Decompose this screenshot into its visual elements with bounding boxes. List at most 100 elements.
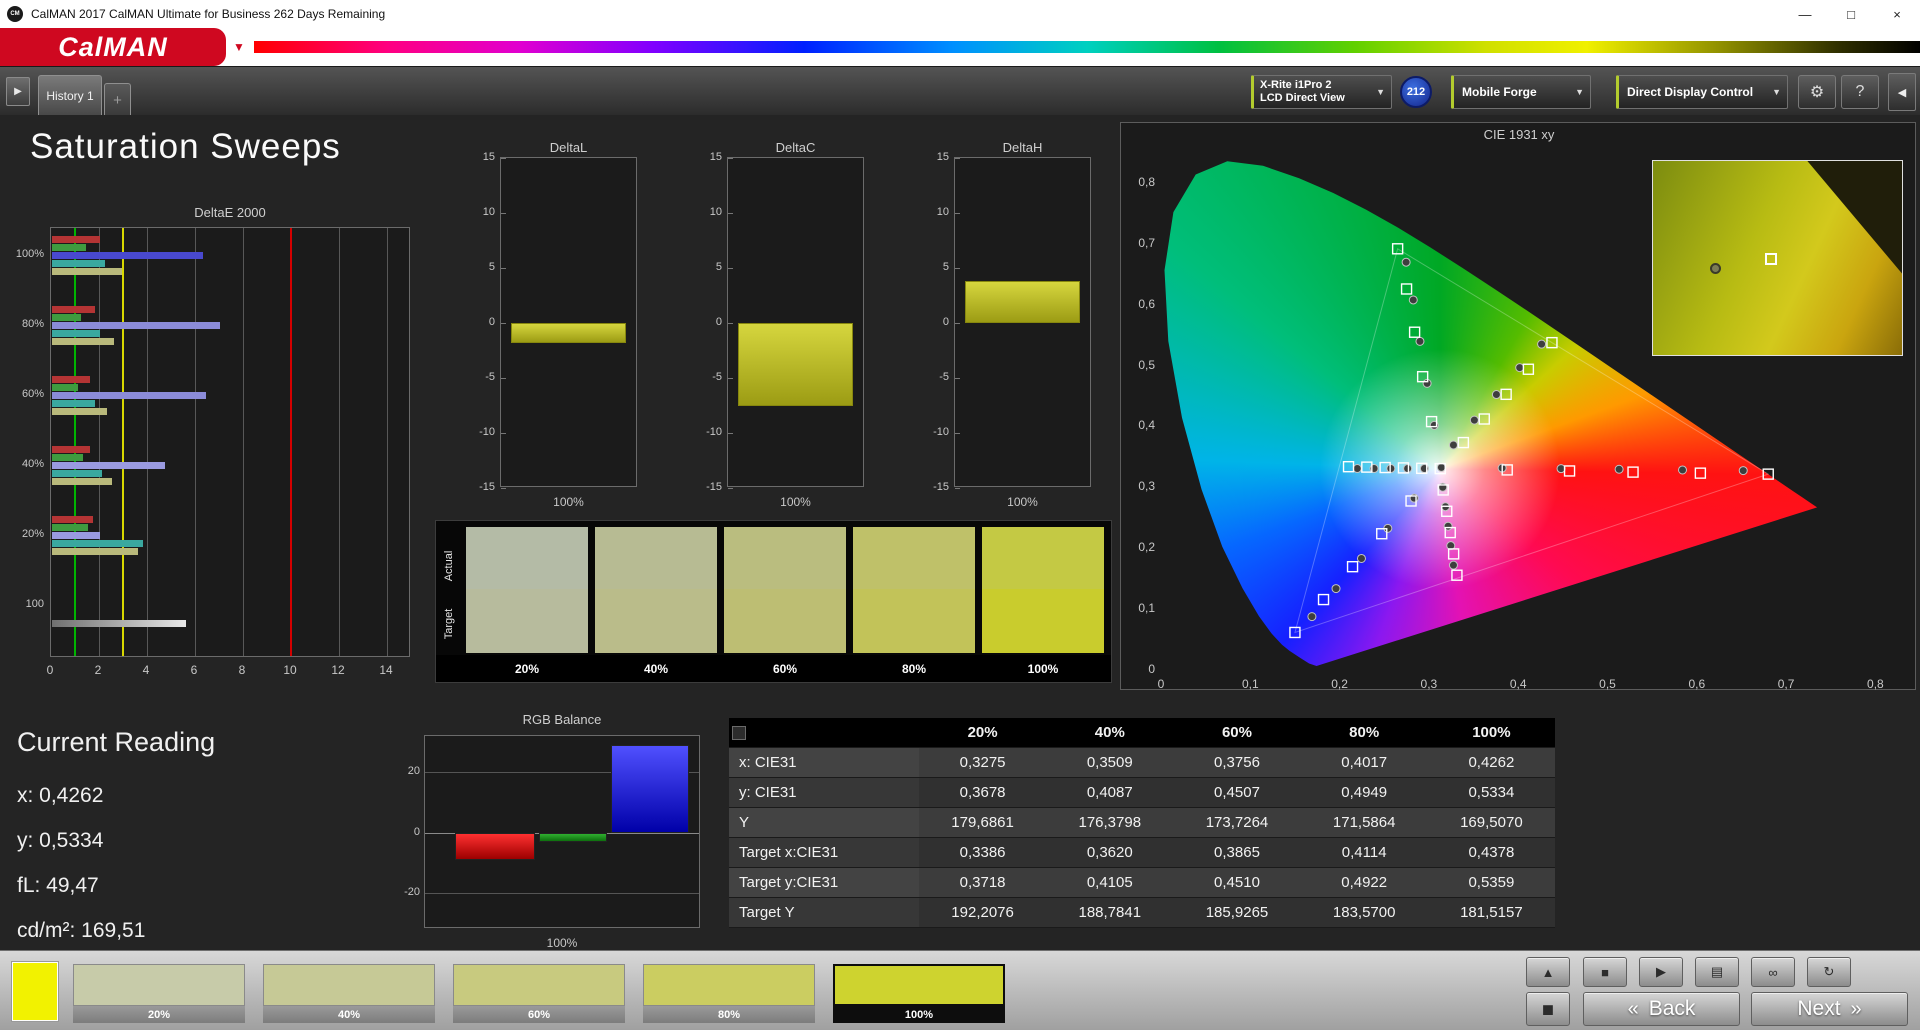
deltae2000-chart: DeltaE 2000 0 2 4 6 8 10 12 14 100% 80% 60% 40% 20% 10… [0, 205, 420, 695]
saturation-group-label: 40% [21, 458, 44, 470]
x-tick-label: 0,5 [1599, 677, 1616, 691]
deltae-bar [52, 376, 91, 383]
results-table: 20% 40% 60% 80% 100% x: CIE31 0,3275 0,3509 0,37… [729, 718, 1555, 929]
patch-label: 80% [643, 1006, 815, 1023]
deltac-chart: DeltaC 15 10 5 0 -5 -10 -15 100% [697, 140, 869, 512]
calman-logo[interactable]: CalMAN [0, 28, 226, 66]
panel-icon: ◼ [1541, 1001, 1555, 1018]
meter-mode: LCD Direct View [1260, 92, 1345, 104]
current-reading-fl: fL: 49,47 [17, 874, 99, 897]
table-cell: 0,5334 [1427, 778, 1555, 808]
x-category-label: 100% [546, 936, 578, 950]
table-header-80%: 80% [1300, 718, 1428, 748]
actual-swatch [982, 527, 1104, 589]
table-cell: 0,4114 [1300, 838, 1428, 868]
patch-swatch-60%[interactable]: 60% [453, 964, 625, 1023]
deltal-chart: DeltaL 15 10 5 0 -5 -10 -15 100% [470, 140, 642, 512]
deltae-bar [52, 268, 122, 275]
rgb-bar-red [455, 832, 535, 860]
patch-swatch-40%[interactable]: 40% [263, 964, 435, 1023]
y-tick-label: 5 [942, 261, 949, 273]
maximize-button[interactable]: □ [1828, 0, 1874, 28]
tick-mark [501, 488, 506, 489]
save-icon: ▤ [1710, 964, 1724, 979]
logo-dropdown-arrow-icon[interactable]: ▼ [233, 40, 245, 54]
gridline [243, 228, 244, 656]
expand-left-panel-button[interactable]: ▶ [6, 77, 30, 106]
x-tick-label: 0 [1157, 677, 1165, 691]
deltae-bar [52, 532, 100, 539]
patch-window-button[interactable]: ◼ [1526, 992, 1570, 1026]
patch-label: 100% [833, 1006, 1005, 1023]
save-button[interactable]: ▤ [1695, 957, 1739, 987]
display-control-dropdown[interactable]: Direct Display Control ▼ [1616, 75, 1788, 109]
tab-history-1[interactable]: History 1 [38, 75, 102, 116]
y-tick-label: 0,4 [1138, 418, 1155, 433]
collapse-right-panel-button[interactable]: ◀ [1888, 73, 1916, 111]
refresh-button[interactable]: ↻ [1807, 957, 1851, 987]
minimize-button[interactable]: — [1782, 0, 1828, 28]
meter-dropdown[interactable]: X-Rite i1Pro 2 LCD Direct View ▼ [1251, 75, 1392, 109]
continuous-measure-button[interactable]: ∞ [1751, 957, 1795, 987]
delta-plot-area [727, 157, 864, 489]
saturation-group-label: 60% [21, 388, 44, 400]
source-dropdown[interactable]: Mobile Forge ▼ [1451, 75, 1591, 109]
patch-swatch-80%[interactable]: 80% [643, 964, 815, 1023]
patch-swatch-100%[interactable]: 100% [833, 964, 1005, 1023]
y-tick-label: 5 [488, 261, 495, 273]
y-tick-label: -10 [706, 426, 722, 438]
back-button[interactable]: « Back [1583, 992, 1740, 1026]
saturation-group-label: 80% [21, 318, 44, 330]
gridline [195, 228, 196, 656]
y-tick-label: 0,8 [1138, 174, 1155, 189]
y-tick-label: 0 [413, 825, 420, 838]
current-reading-title: Current Reading [17, 727, 216, 757]
next-button[interactable]: Next » [1751, 992, 1908, 1026]
delta-value-bar [738, 323, 853, 406]
y-tick-label: 0,6 [1138, 296, 1155, 311]
table-cell: 0,3386 [919, 838, 1047, 868]
chart-title: DeltaC [775, 140, 816, 155]
y-tick-label: 10 [936, 206, 949, 218]
rgb-bar-blue [611, 745, 689, 833]
y-tick-label: 0,2 [1138, 540, 1155, 555]
y-tick-label: 0 [488, 316, 495, 328]
settings-button[interactable]: ⚙ [1798, 75, 1836, 109]
table-row-label: Target x:CIE31 [729, 838, 919, 868]
out-of-gamut-region [1807, 161, 1902, 274]
x-tick-label: 0 [46, 663, 54, 677]
play-button[interactable]: ▶ [1639, 957, 1683, 987]
window-title: CalMAN 2017 CalMAN Ultimate for Business… [31, 7, 386, 21]
y-tick-label: -10 [933, 426, 949, 438]
double-chevron-left-icon: « [1627, 997, 1639, 1020]
table-cell: 0,3620 [1046, 838, 1174, 868]
refresh-icon: ↻ [1823, 964, 1835, 979]
close-button[interactable]: × [1874, 0, 1920, 28]
double-chevron-right-icon: » [1850, 997, 1862, 1020]
grid-line [425, 892, 699, 894]
main-area: Saturation Sweeps DeltaE 2000 0 2 4 6 8 10 12 14… [0, 115, 1920, 950]
table-cell: 179,6861 [919, 808, 1047, 838]
patch-color [73, 964, 245, 1006]
add-tab-button[interactable]: + [104, 83, 131, 116]
x-category-label: 100% [780, 495, 811, 509]
deltae-bar [52, 338, 115, 345]
delta-value-bar [511, 323, 626, 343]
patch-swatch-20%[interactable]: 20% [73, 964, 245, 1023]
table-cell: 176,3798 [1046, 808, 1174, 838]
y-tick-label: -15 [706, 481, 722, 493]
reference-line [122, 228, 124, 656]
stop-button[interactable]: ■ [1583, 957, 1627, 987]
collapse-bottom-button[interactable]: ▲ [1526, 957, 1570, 987]
tick-mark [955, 433, 960, 434]
y-tick-label: 0,5 [1138, 357, 1155, 372]
gridline [339, 228, 340, 656]
chevron-up-icon: ▲ [1541, 964, 1555, 980]
table-header-40%: 40% [1046, 718, 1174, 748]
actual-swatch [595, 527, 717, 589]
patch-color [643, 964, 815, 1006]
chevron-down-icon: ▼ [1772, 87, 1781, 97]
help-button[interactable]: ? [1841, 75, 1879, 109]
tick-mark [501, 378, 506, 379]
deltah-chart: DeltaH 15 10 5 0 -5 -10 -15 100% [924, 140, 1096, 512]
